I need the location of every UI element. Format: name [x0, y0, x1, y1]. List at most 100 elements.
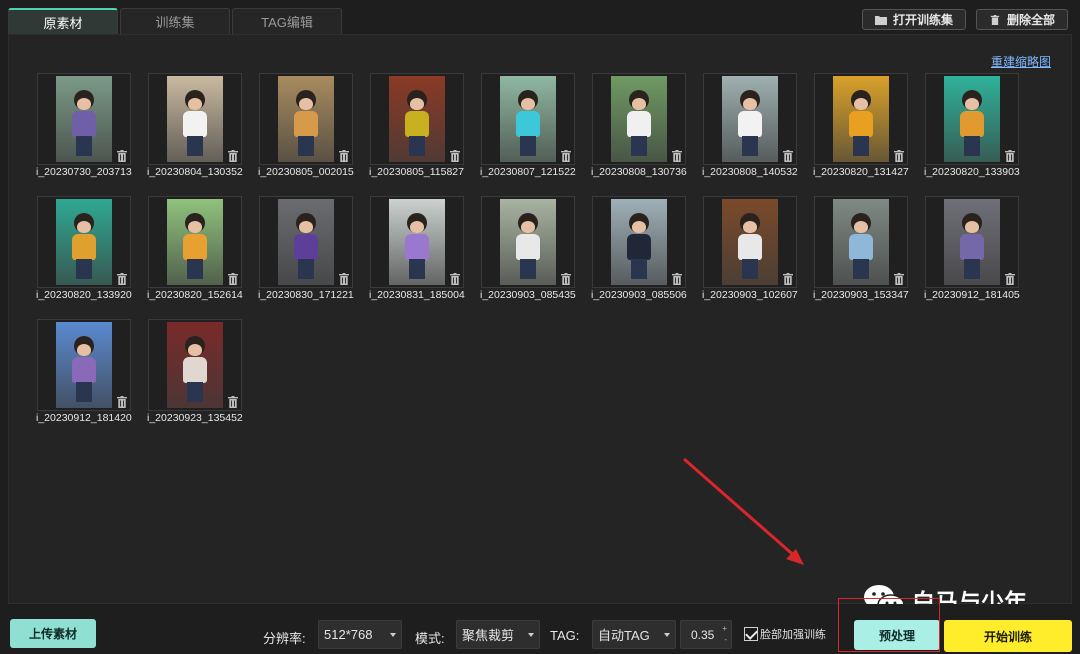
trash-icon[interactable]	[228, 150, 238, 162]
face-enhance-toggle[interactable]: 脸部加强训练	[744, 626, 826, 642]
trash-icon[interactable]	[450, 273, 460, 285]
tab-tag-edit[interactable]: TAG编辑	[232, 8, 342, 34]
trash-icon[interactable]	[1005, 150, 1015, 162]
photo-legs	[853, 259, 869, 279]
trash-icon[interactable]	[672, 273, 682, 285]
thumbnail-card[interactable]: i_20230903_102607	[702, 196, 798, 303]
start-training-button[interactable]: 开始训练	[944, 620, 1072, 652]
thumbnail-image	[167, 322, 223, 408]
thumbnail-filename: i_20230912_181420	[36, 412, 132, 424]
thumbnail-card[interactable]: i_20230830_171221	[258, 196, 354, 303]
resolution-select[interactable]: 512*768	[318, 620, 402, 649]
thumbnail-frame	[370, 73, 464, 165]
thumbnail-card[interactable]: i_20230820_152614	[147, 196, 243, 303]
thumbnail-card[interactable]: i_20230820_133920	[36, 196, 132, 303]
photo-face	[410, 221, 424, 233]
thumbnail-image	[167, 199, 223, 285]
thumbnail-image	[500, 76, 556, 162]
thumbnail-image	[611, 76, 667, 162]
trash-icon[interactable]	[228, 396, 238, 408]
thumbnail-image	[944, 76, 1000, 162]
trash-icon[interactable]	[339, 150, 349, 162]
face-enhance-checkbox[interactable]	[744, 627, 758, 641]
thumbnail-card[interactable]: i_20230903_085435	[480, 196, 576, 303]
open-training-set-button[interactable]: 打开训练集	[861, 9, 966, 30]
photo-legs	[631, 259, 647, 279]
thumbnail-card[interactable]: i_20230912_181420	[36, 319, 132, 426]
thumbnail-card[interactable]: i_20230831_185004	[369, 196, 465, 303]
photo-face	[77, 221, 91, 233]
tag-select[interactable]: 自动TAG	[592, 620, 676, 649]
thumbnail-card[interactable]: i_20230808_140532	[702, 73, 798, 180]
thumbnail-card[interactable]: i_20230820_131427	[813, 73, 909, 180]
thumbnail-frame	[481, 73, 575, 165]
photo-face	[410, 98, 424, 110]
trash-icon[interactable]	[117, 396, 127, 408]
trash-icon[interactable]	[1005, 273, 1015, 285]
thumbnail-frame	[925, 196, 1019, 288]
upload-material-button[interactable]: 上传素材	[10, 619, 96, 648]
thumbnail-image	[167, 76, 223, 162]
mode-select[interactable]: 聚焦裁剪	[456, 620, 540, 649]
thumbnail-filename: i_20230903_085435	[480, 289, 576, 301]
thumbnail-image	[722, 76, 778, 162]
thumbnail-filename: i_20230805_115827	[369, 166, 464, 178]
trash-icon[interactable]	[561, 150, 571, 162]
trash-icon[interactable]	[228, 273, 238, 285]
thumbnail-filename: i_20230903_102607	[702, 289, 798, 301]
annotation-highlight-box	[838, 598, 940, 652]
thumbnail-card[interactable]: i_20230903_085506	[591, 196, 687, 303]
photo-shirt	[183, 234, 207, 260]
photo-legs	[409, 259, 425, 279]
spin-down-icon[interactable]: -	[724, 636, 727, 644]
photo-legs	[742, 259, 758, 279]
thumbnail-image	[389, 76, 445, 162]
thumbnail-card[interactable]: i_20230730_203713	[36, 73, 132, 180]
trash-icon[interactable]	[672, 150, 682, 162]
thumbnail-card[interactable]: i_20230923_135452	[147, 319, 243, 426]
photo-shirt	[738, 234, 762, 260]
tab-raw-material[interactable]: 原素材	[8, 8, 118, 34]
thumbnail-card[interactable]: i_20230805_002015	[258, 73, 354, 180]
trash-icon[interactable]	[117, 150, 127, 162]
trash-icon[interactable]	[339, 273, 349, 285]
tab-training-set[interactable]: 训练集	[120, 8, 230, 34]
trash-icon[interactable]	[450, 150, 460, 162]
trash-icon	[990, 14, 1000, 25]
thumbnail-card[interactable]: i_20230912_181405	[924, 196, 1020, 303]
thumbnail-filename: i_20230805_002015	[258, 166, 354, 178]
trash-icon[interactable]	[783, 273, 793, 285]
photo-face	[521, 221, 535, 233]
chevron-down-icon	[528, 633, 534, 637]
thumbnail-filename: i_20230912_181405	[924, 289, 1020, 301]
thumbnail-card[interactable]: i_20230807_121522	[480, 73, 576, 180]
trash-icon[interactable]	[561, 273, 571, 285]
photo-face	[632, 98, 646, 110]
thumbnail-filename: i_20230820_152614	[147, 289, 243, 301]
trash-icon[interactable]	[117, 273, 127, 285]
photo-face	[521, 98, 535, 110]
thumbnail-filename: i_20230808_140532	[702, 166, 798, 178]
thumbnail-filename: i_20230820_133903	[924, 166, 1020, 178]
photo-legs	[964, 136, 980, 156]
thumbnail-card[interactable]: i_20230820_133903	[924, 73, 1020, 180]
tag-label: TAG:	[550, 628, 580, 643]
rebuild-thumbnails-link[interactable]: 重建缩略图	[991, 53, 1051, 70]
threshold-spinbox[interactable]: 0.35 + -	[680, 620, 732, 649]
trash-icon[interactable]	[894, 150, 904, 162]
trash-icon[interactable]	[783, 150, 793, 162]
thumbnail-card[interactable]: i_20230808_130736	[591, 73, 687, 180]
thumbnail-card[interactable]: i_20230805_115827	[369, 73, 464, 180]
resolution-label: 分辨率:	[263, 631, 306, 646]
photo-shirt	[294, 234, 318, 260]
photo-shirt	[627, 111, 651, 137]
thumbnail-frame	[37, 196, 131, 288]
photo-legs	[187, 136, 203, 156]
trash-icon[interactable]	[894, 273, 904, 285]
thumbnail-frame	[37, 73, 131, 165]
spin-up-icon[interactable]: +	[722, 625, 727, 633]
thumbnail-card[interactable]: i_20230903_153347	[813, 196, 909, 303]
resolution-value: 512*768	[324, 627, 373, 642]
delete-all-button[interactable]: 删除全部	[975, 9, 1068, 30]
thumbnail-card[interactable]: i_20230804_130352	[147, 73, 243, 180]
